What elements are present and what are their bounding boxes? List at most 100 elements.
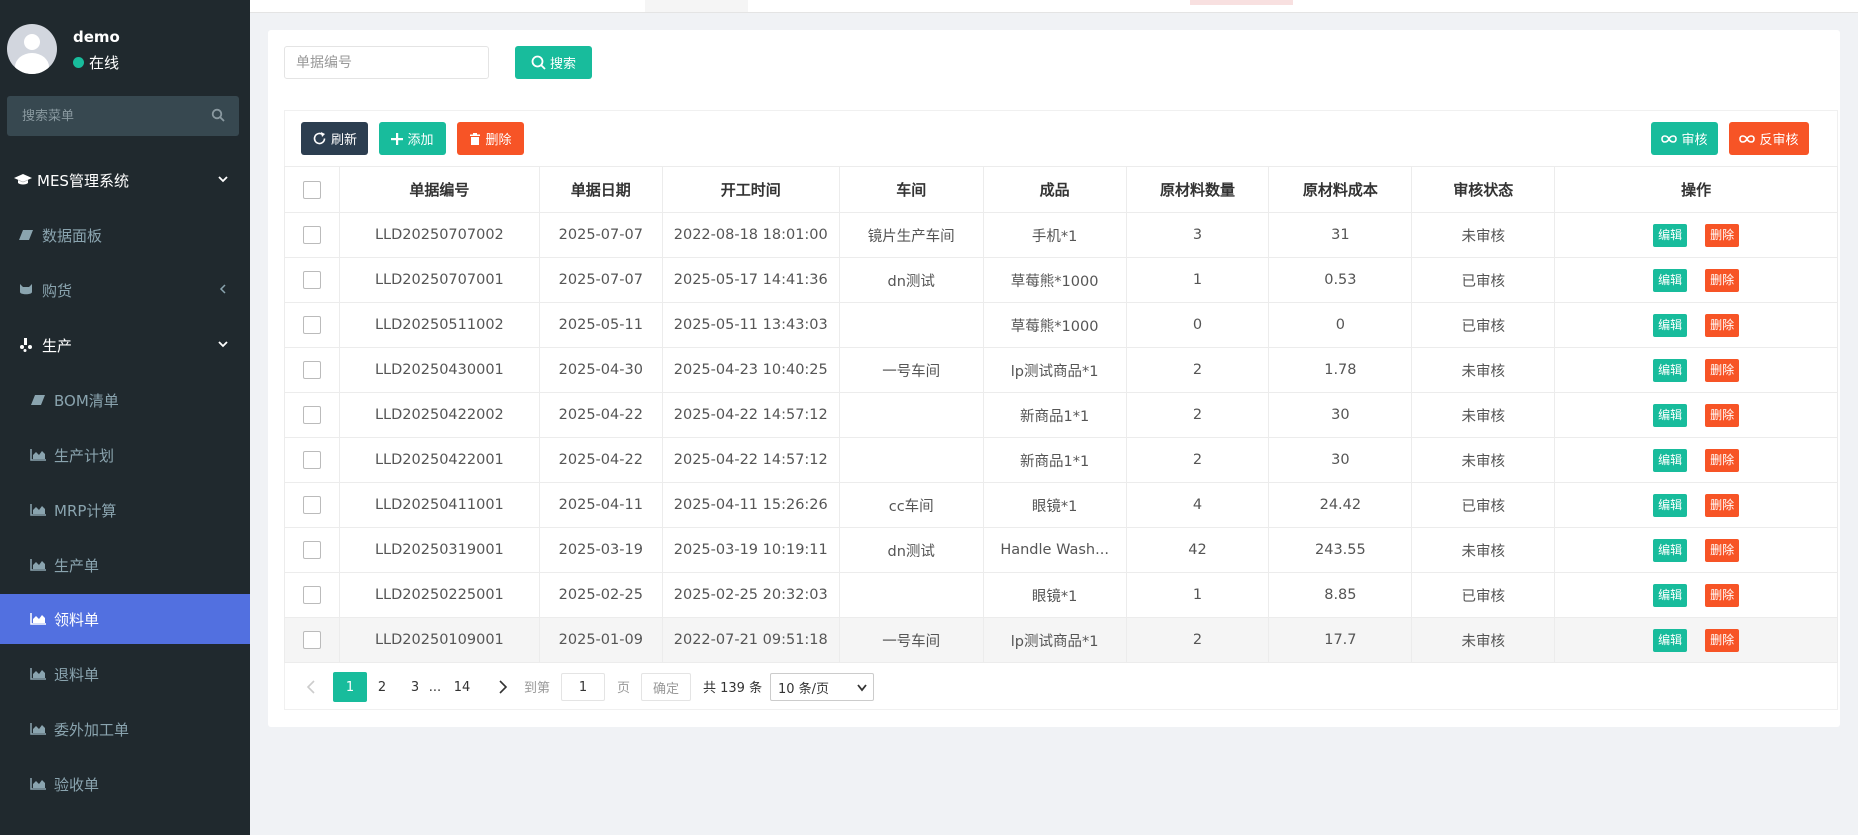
row-checkbox[interactable] [302, 496, 321, 514]
unapprove-button[interactable]: 反审核 [1729, 122, 1809, 155]
row-delete-button[interactable]: 删除 [1705, 223, 1740, 247]
row-delete-button[interactable]: 删除 [1705, 358, 1740, 382]
table-row[interactable]: LLD20250109001 2025-01-09 2022-07-21 09:51… [284, 617, 1838, 663]
table-row[interactable]: LLD20250411001 2025-04-11 2025-04-11 15:26… [284, 482, 1838, 528]
table-cell: 2025-05-11 13:43:03 [661, 302, 840, 348]
menu-header-mes[interactable]: MES管理系统 [0, 155, 250, 205]
add-button[interactable]: 添加 [379, 122, 446, 155]
sidebar-item-material-requisition[interactable]: 领料单 [0, 594, 250, 644]
sidebar-item-material-return[interactable]: 退料单 [0, 649, 250, 699]
table-row[interactable]: LLD20250319001 2025-03-19 2025-03-19 10:19… [284, 527, 1838, 573]
table-cell: 2025-03-19 10:19:11 [661, 527, 840, 573]
refresh-button[interactable]: 刷新 [301, 122, 368, 155]
page-button[interactable]: 2 [365, 672, 399, 702]
sidebar-item-acceptance[interactable]: 验收单 [0, 759, 250, 809]
row-checkbox[interactable] [302, 586, 321, 604]
page-button[interactable]: 1 [333, 672, 367, 702]
approve-button[interactable]: 审核 [1651, 122, 1718, 155]
row-delete-button[interactable]: 删除 [1705, 628, 1740, 652]
table-row[interactable]: LLD20250430001 2025-04-30 2025-04-23 10:40… [284, 347, 1838, 393]
column-header[interactable]: 成品 [982, 166, 1127, 213]
nav-tab[interactable] [645, 0, 748, 12]
table-row[interactable]: LLD20250511002 2025-05-11 2025-05-11 13:43… [284, 302, 1838, 348]
table-cell: 2025-03-19 [538, 527, 663, 573]
row-checkbox[interactable] [302, 541, 321, 559]
goto-page-input[interactable] [561, 673, 605, 701]
sidebar-item-label: 退料单 [54, 665, 100, 684]
table-row[interactable]: LLD20250422002 2025-04-22 2025-04-22 14:57… [284, 392, 1838, 438]
column-header[interactable]: 原材料数量 [1125, 166, 1270, 213]
row-checkbox[interactable] [302, 406, 321, 424]
table-cell: 新商品1*1 [982, 437, 1127, 483]
row-checkbox[interactable] [302, 451, 321, 469]
row-delete-button[interactable]: 删除 [1705, 448, 1740, 472]
table-cell: 2025-07-07 [538, 257, 663, 303]
sidebar-item-purchase[interactable]: 购货 [0, 265, 250, 315]
menu-search-input[interactable] [7, 96, 197, 136]
table-cell: cc车间 [838, 482, 984, 528]
sidebar-item-dashboard[interactable]: 数据面板 [0, 210, 250, 260]
trash-icon [470, 132, 481, 145]
row-checkbox[interactable] [302, 361, 321, 379]
column-header[interactable]: 车间 [838, 166, 984, 213]
row-edit-button[interactable]: 编辑 [1653, 223, 1688, 247]
row-delete-button[interactable]: 删除 [1705, 268, 1740, 292]
row-edit-button[interactable]: 编辑 [1653, 358, 1688, 382]
table-row[interactable]: LLD20250707001 2025-07-07 2025-05-17 14:41… [284, 257, 1838, 303]
table-cell: 2 [1125, 617, 1270, 663]
goto-confirm-button[interactable]: 确定 [641, 673, 691, 701]
row-edit-button[interactable]: 编辑 [1653, 493, 1688, 517]
sidebar-item-production-plan[interactable]: 生产计划 [0, 430, 250, 480]
row-checkbox[interactable] [302, 271, 321, 289]
column-header[interactable]: 单据编号 [338, 166, 540, 213]
row-checkbox[interactable] [302, 631, 321, 649]
column-header[interactable]: 开工时间 [661, 166, 840, 213]
table-cell: 未审核 [1411, 527, 1556, 573]
table-row[interactable]: LLD20250707002 2025-07-07 2022-08-18 18:01… [284, 212, 1838, 258]
row-edit-button[interactable]: 编辑 [1653, 403, 1688, 427]
row-delete-button[interactable]: 删除 [1705, 313, 1740, 337]
nav-tab-highlight[interactable] [1190, 0, 1293, 5]
sidebar-item-mrp[interactable]: MRP计算 [0, 485, 250, 535]
delete-button[interactable]: 删除 [457, 122, 524, 155]
row-edit-button[interactable]: 编辑 [1653, 268, 1688, 292]
row-edit-button[interactable]: 编辑 [1653, 313, 1688, 337]
row-delete-button[interactable]: 删除 [1705, 403, 1740, 427]
doc-number-search-input[interactable] [284, 46, 489, 79]
sidebar-item-bom[interactable]: BOM清单 [0, 375, 250, 425]
select-all-checkbox[interactable] [302, 180, 321, 199]
row-checkbox[interactable] [302, 226, 321, 244]
sidebar-item-label: 生产单 [54, 556, 100, 575]
page-button[interactable]: 14 [445, 672, 479, 702]
column-header[interactable]: 原材料成本 [1268, 166, 1413, 213]
sidebar-item-production-order[interactable]: 生产单 [0, 540, 250, 590]
row-edit-button[interactable]: 编辑 [1653, 448, 1688, 472]
row-actions-cell: 编辑 删除 [1554, 347, 1838, 393]
column-header[interactable]: 单据日期 [538, 166, 663, 213]
yelp-icon [18, 338, 34, 352]
table-cell: 31 [1268, 212, 1413, 258]
row-checkbox[interactable] [302, 316, 321, 334]
sidebar-item-outsourcing[interactable]: 委外加工单 [0, 704, 250, 754]
prev-page-icon[interactable] [306, 680, 316, 694]
online-dot-icon [73, 57, 84, 68]
table-header-row: 单据编号 单据日期 开工时间 车间 成品 原材料数量 原材料成本 审核状态 操作 [284, 166, 1838, 213]
row-edit-button[interactable]: 编辑 [1653, 538, 1688, 562]
sidebar-item-production[interactable]: 生产 [0, 320, 250, 370]
table-cell: Handle Wash... [982, 527, 1127, 573]
row-delete-button[interactable]: 删除 [1705, 538, 1740, 562]
row-delete-button[interactable]: 删除 [1705, 583, 1740, 607]
page-size-select[interactable]: 10 条/页 [770, 673, 874, 701]
table-row[interactable]: LLD20250225001 2025-02-25 2025-02-25 20:32… [284, 572, 1838, 618]
search-button[interactable]: 搜索 [515, 46, 592, 79]
area-chart-icon [30, 667, 46, 681]
row-delete-button[interactable]: 删除 [1705, 493, 1740, 517]
table-row[interactable]: LLD20250422001 2025-04-22 2025-04-22 14:57… [284, 437, 1838, 483]
row-edit-button[interactable]: 编辑 [1653, 583, 1688, 607]
next-page-icon[interactable] [498, 680, 508, 694]
column-header[interactable]: 审核状态 [1411, 166, 1556, 213]
search-icon[interactable] [211, 108, 225, 122]
infinity-icon [1739, 134, 1756, 143]
data-table: 单据编号 单据日期 开工时间 车间 成品 原材料数量 原材料成本 审核状态 操作… [284, 166, 1838, 663]
row-edit-button[interactable]: 编辑 [1653, 628, 1688, 652]
